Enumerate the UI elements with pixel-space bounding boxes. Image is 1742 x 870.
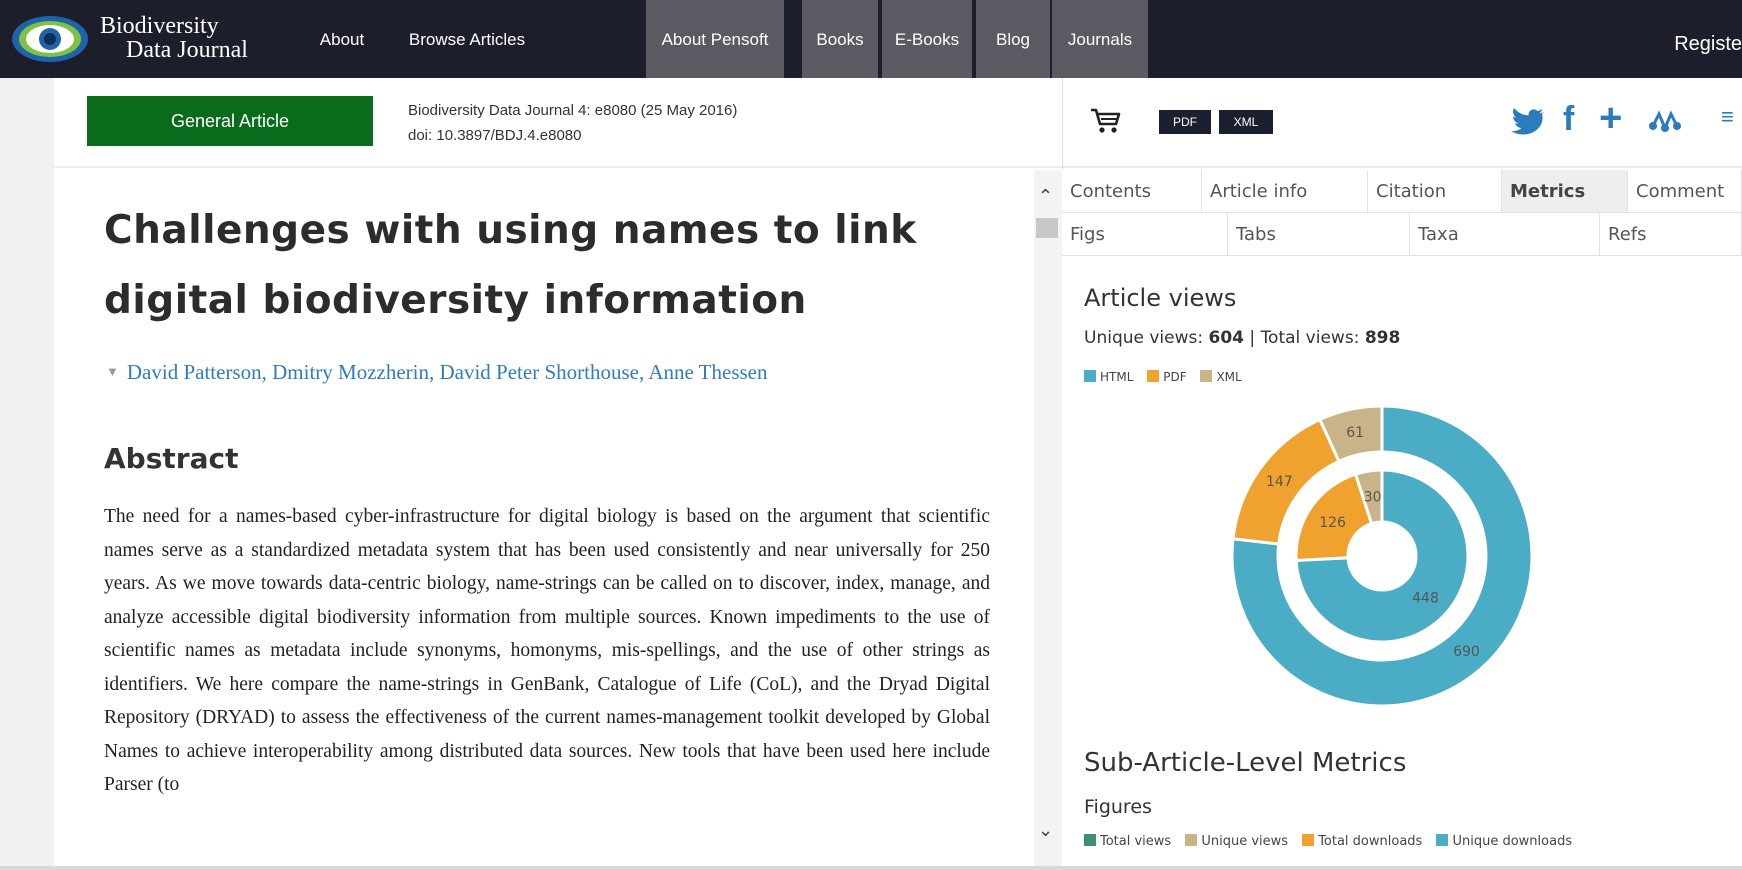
left-gutter	[0, 78, 54, 870]
legend-label: Unique downloads	[1452, 834, 1573, 849]
share-more-icon[interactable]: ≡	[1721, 104, 1734, 130]
journal-reference: Biodiversity Data Journal 4: e8080 (25 M…	[408, 98, 737, 148]
legend-item[interactable]: XML	[1200, 370, 1242, 384]
facebook-icon[interactable]: f	[1563, 100, 1574, 139]
nav-books[interactable]: Books	[802, 0, 878, 78]
nav-browse-articles[interactable]: Browse Articles	[392, 0, 542, 78]
cart-icon[interactable]	[1089, 106, 1123, 136]
expand-triangle-icon[interactable]: ▼	[106, 364, 119, 379]
abstract-text: The need for a names-based cyber-infrast…	[104, 506, 990, 795]
legend-label: XML	[1216, 370, 1242, 384]
tab-taxa[interactable]: Taxa	[1410, 213, 1600, 256]
article-toolbar: PDF XML f + ≡	[1063, 78, 1742, 168]
tab-article-info[interactable]: Article info	[1202, 170, 1368, 213]
window-bottom-edge	[0, 866, 1742, 870]
nav-e-books[interactable]: E-Books	[882, 0, 972, 78]
legend-item[interactable]: Total views	[1084, 834, 1171, 849]
journal-citation: Biodiversity Data Journal 4: e8080 (25 M…	[408, 102, 738, 119]
legend-label: Total views	[1100, 834, 1172, 849]
nav-journals[interactable]: Journals	[1052, 0, 1148, 78]
author-link[interactable]: Anne Thessen	[648, 360, 767, 384]
tab-figs[interactable]: Figs	[1062, 213, 1228, 256]
metrics-panel: Article views Unique views: 604 | Total …	[1062, 256, 1742, 870]
tab-tabs[interactable]: Tabs	[1228, 213, 1410, 256]
legend-swatch	[1436, 834, 1449, 846]
tab-metrics[interactable]: Metrics	[1502, 170, 1628, 213]
register-link[interactable]: Registe	[1674, 0, 1742, 78]
legend-swatch	[1084, 834, 1096, 846]
legend-label: PDF	[1163, 370, 1187, 384]
logo-line-1: Biodiversity	[100, 13, 219, 39]
article-header: General Article Biodiversity Data Journa…	[54, 78, 1062, 168]
total-views-value: 898	[1364, 328, 1401, 348]
twitter-icon[interactable]	[1511, 108, 1545, 138]
figures-heading: Figures	[1084, 796, 1152, 818]
journal-logo[interactable]: Biodiversity Data Journal	[10, 8, 300, 70]
scroll-up-icon[interactable]: ⌃	[1038, 186, 1053, 207]
author-link[interactable]: David Peter Shorthouse	[439, 360, 638, 384]
nav-about[interactable]: About	[302, 0, 382, 78]
total-views-label: Total views:	[1260, 328, 1360, 348]
donut-value-label: 61	[1346, 425, 1364, 441]
legend-item[interactable]: PDF	[1147, 370, 1187, 384]
nav-about-pensoft[interactable]: About Pensoft	[646, 0, 784, 78]
xml-download-button[interactable]: XML	[1219, 110, 1273, 134]
unique-views-label: Unique views:	[1084, 328, 1204, 348]
legend-swatch	[1147, 370, 1160, 382]
top-navbar: Biodiversity Data Journal About Browse A…	[0, 0, 1742, 78]
doi-link[interactable]: doi: 10.3897/BDJ.4.e8080	[408, 123, 737, 148]
author-list: ▼ David Patterson, Dmitry Mozzherin, Davi…	[106, 360, 768, 384]
tab-comment[interactable]: Comment	[1628, 170, 1742, 213]
legend-swatch	[1200, 370, 1213, 382]
mendeley-icon[interactable]	[1647, 110, 1683, 134]
legend-label: Unique views	[1201, 834, 1289, 849]
donut-value-label: 448	[1412, 590, 1439, 606]
logo-line-2: Data Journal	[126, 37, 248, 63]
legend-item[interactable]: HTML	[1084, 370, 1133, 384]
eye-logo-icon	[12, 16, 88, 62]
author-link[interactable]: Dmitry Mozzherin	[272, 360, 429, 384]
views-summary: Unique views: 604 | Total views: 898	[1084, 328, 1401, 348]
abstract-heading: Abstract	[104, 442, 239, 475]
donut-value-label: 147	[1266, 474, 1293, 490]
pdf-download-button[interactable]: PDF	[1159, 110, 1211, 134]
article-tabs: Contents Article info Citation Metrics C…	[1062, 170, 1742, 256]
legend-swatch	[1084, 370, 1096, 382]
legend-swatch	[1185, 834, 1198, 846]
legend-item[interactable]: Total downloads	[1302, 834, 1422, 849]
article-title: Challenges with using names to link digi…	[104, 208, 917, 323]
views-legend: HTML PDF XML	[1084, 370, 1252, 384]
nav-blog[interactable]: Blog	[976, 0, 1050, 78]
plus-icon[interactable]: +	[1599, 96, 1622, 141]
unique-views-value: 604	[1208, 328, 1245, 348]
legend-label: Total downloads	[1318, 834, 1423, 849]
author-link[interactable]: David Patterson	[127, 360, 262, 384]
scroll-down-icon[interactable]: ⌄	[1038, 820, 1053, 841]
legend-item[interactable]: Unique downloads	[1436, 834, 1572, 849]
legend-item[interactable]: Unique views	[1185, 834, 1288, 849]
legend-swatch	[1302, 834, 1315, 846]
figures-legend: Total views Unique views Total downloads…	[1084, 834, 1582, 849]
tab-contents[interactable]: Contents	[1062, 170, 1202, 213]
logo-text: Biodiversity Data Journal	[100, 14, 248, 62]
article-views-heading: Article views	[1084, 284, 1237, 312]
scrollbar-thumb[interactable]	[1036, 218, 1058, 238]
article-type-badge: General Article	[87, 96, 373, 146]
views-donut-chart: 690 147 61 448 126 30	[1232, 406, 1532, 706]
article-content: Challenges with using names to link digi…	[54, 170, 1034, 870]
donut-value-label: 30	[1364, 490, 1382, 506]
pane-scrollbar[interactable]	[1034, 170, 1062, 870]
tab-citation[interactable]: Citation	[1368, 170, 1502, 213]
donut-value-label: 690	[1453, 644, 1480, 660]
tab-refs[interactable]: Refs	[1600, 213, 1742, 256]
legend-label: HTML	[1100, 370, 1134, 384]
sub-article-metrics-heading: Sub-Article-Level Metrics	[1084, 748, 1407, 778]
donut-value-label: 126	[1319, 515, 1346, 531]
